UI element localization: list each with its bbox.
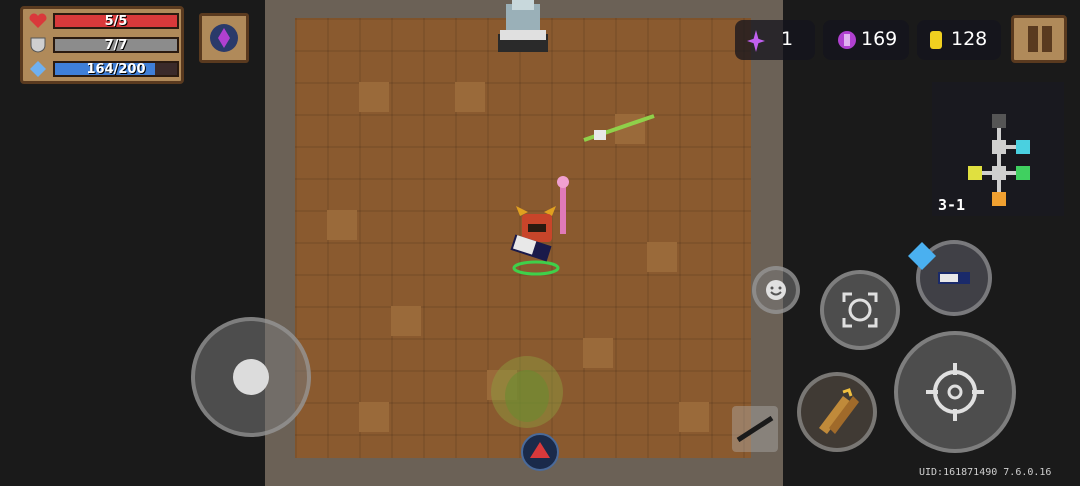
statue[interactable] bbox=[490, 0, 556, 56]
minimap-path bbox=[997, 180, 1001, 192]
minimap-room bbox=[992, 166, 1006, 180]
glowing-effect bbox=[491, 356, 563, 428]
emote-icon bbox=[766, 280, 786, 300]
swap-weapon-button[interactable] bbox=[732, 406, 778, 452]
shield-icon bbox=[30, 37, 46, 53]
armor-row: 7/7 bbox=[29, 36, 179, 54]
minimap-path bbox=[1006, 171, 1016, 175]
gold-coin-icon bbox=[930, 31, 942, 49]
energy-bar: 164/200 bbox=[53, 61, 179, 77]
stats-panel: 5/5 7/7 164/200 bbox=[20, 6, 184, 84]
minimap-path bbox=[997, 154, 1001, 166]
floor-tile bbox=[359, 402, 389, 432]
armor-bar: 7/7 bbox=[53, 37, 179, 53]
floor-tile bbox=[359, 82, 389, 112]
aim-icon bbox=[842, 292, 878, 328]
minimap-room bbox=[1016, 166, 1030, 180]
crystal-counter: 169 bbox=[823, 20, 909, 60]
minimap-room bbox=[992, 192, 1006, 206]
floor-tile bbox=[391, 306, 421, 336]
crystal-count: 169 bbox=[861, 28, 898, 50]
minimap-room bbox=[1016, 140, 1030, 154]
minimap-room bbox=[968, 166, 982, 180]
energy-row: 164/200 bbox=[29, 60, 179, 78]
floor-tile bbox=[455, 82, 485, 112]
energy-text: 164/200 bbox=[86, 62, 146, 77]
floor-tile bbox=[583, 338, 613, 368]
skill-icon bbox=[938, 272, 970, 284]
purple-gem-icon bbox=[747, 30, 765, 52]
player-knight bbox=[510, 176, 569, 276]
swap-weapon-icon bbox=[736, 416, 774, 442]
pause-button[interactable] bbox=[1011, 15, 1067, 63]
uid-label: UID:161871490 7.6.0.16 bbox=[919, 467, 1052, 478]
heart-icon bbox=[29, 13, 47, 28]
minimap-path bbox=[997, 128, 1001, 140]
minimap-room bbox=[992, 140, 1006, 154]
floor-tile bbox=[327, 210, 357, 240]
gold-counter: 128 bbox=[917, 20, 1001, 60]
pause-icon-bar bbox=[1042, 26, 1052, 52]
joystick[interactable] bbox=[191, 317, 311, 437]
skill-charge-icon bbox=[908, 242, 936, 270]
pet-icon bbox=[521, 433, 559, 471]
minimap-path bbox=[982, 171, 992, 175]
gem-counter: 1 bbox=[735, 20, 815, 60]
dropped-spear[interactable] bbox=[580, 112, 660, 146]
emote-button[interactable] bbox=[752, 266, 800, 314]
gold-count: 128 bbox=[951, 28, 988, 50]
health-bar: 5/5 bbox=[53, 13, 179, 29]
armor-text: 7/7 bbox=[104, 38, 128, 53]
fire-icon bbox=[926, 363, 984, 421]
buff-slot[interactable] bbox=[199, 13, 249, 63]
aim-button[interactable] bbox=[820, 270, 900, 350]
health-text: 5/5 bbox=[104, 14, 128, 29]
fire-button[interactable] bbox=[894, 331, 1016, 453]
floor-tile bbox=[679, 402, 709, 432]
minimap-path bbox=[1006, 145, 1016, 149]
joystick-knob[interactable] bbox=[233, 359, 269, 395]
weapon-button[interactable] bbox=[797, 372, 877, 452]
crystal-icon bbox=[838, 31, 856, 49]
minimap-room bbox=[992, 114, 1006, 128]
floor-tile bbox=[647, 242, 677, 272]
level-label: 3-1 bbox=[938, 196, 966, 214]
buff-icon bbox=[210, 24, 238, 52]
health-row: 5/5 bbox=[29, 12, 179, 30]
pause-icon bbox=[1028, 26, 1038, 52]
diamond-icon bbox=[30, 61, 46, 77]
gem-count: 1 bbox=[781, 28, 794, 50]
weapon-icon bbox=[819, 388, 859, 434]
